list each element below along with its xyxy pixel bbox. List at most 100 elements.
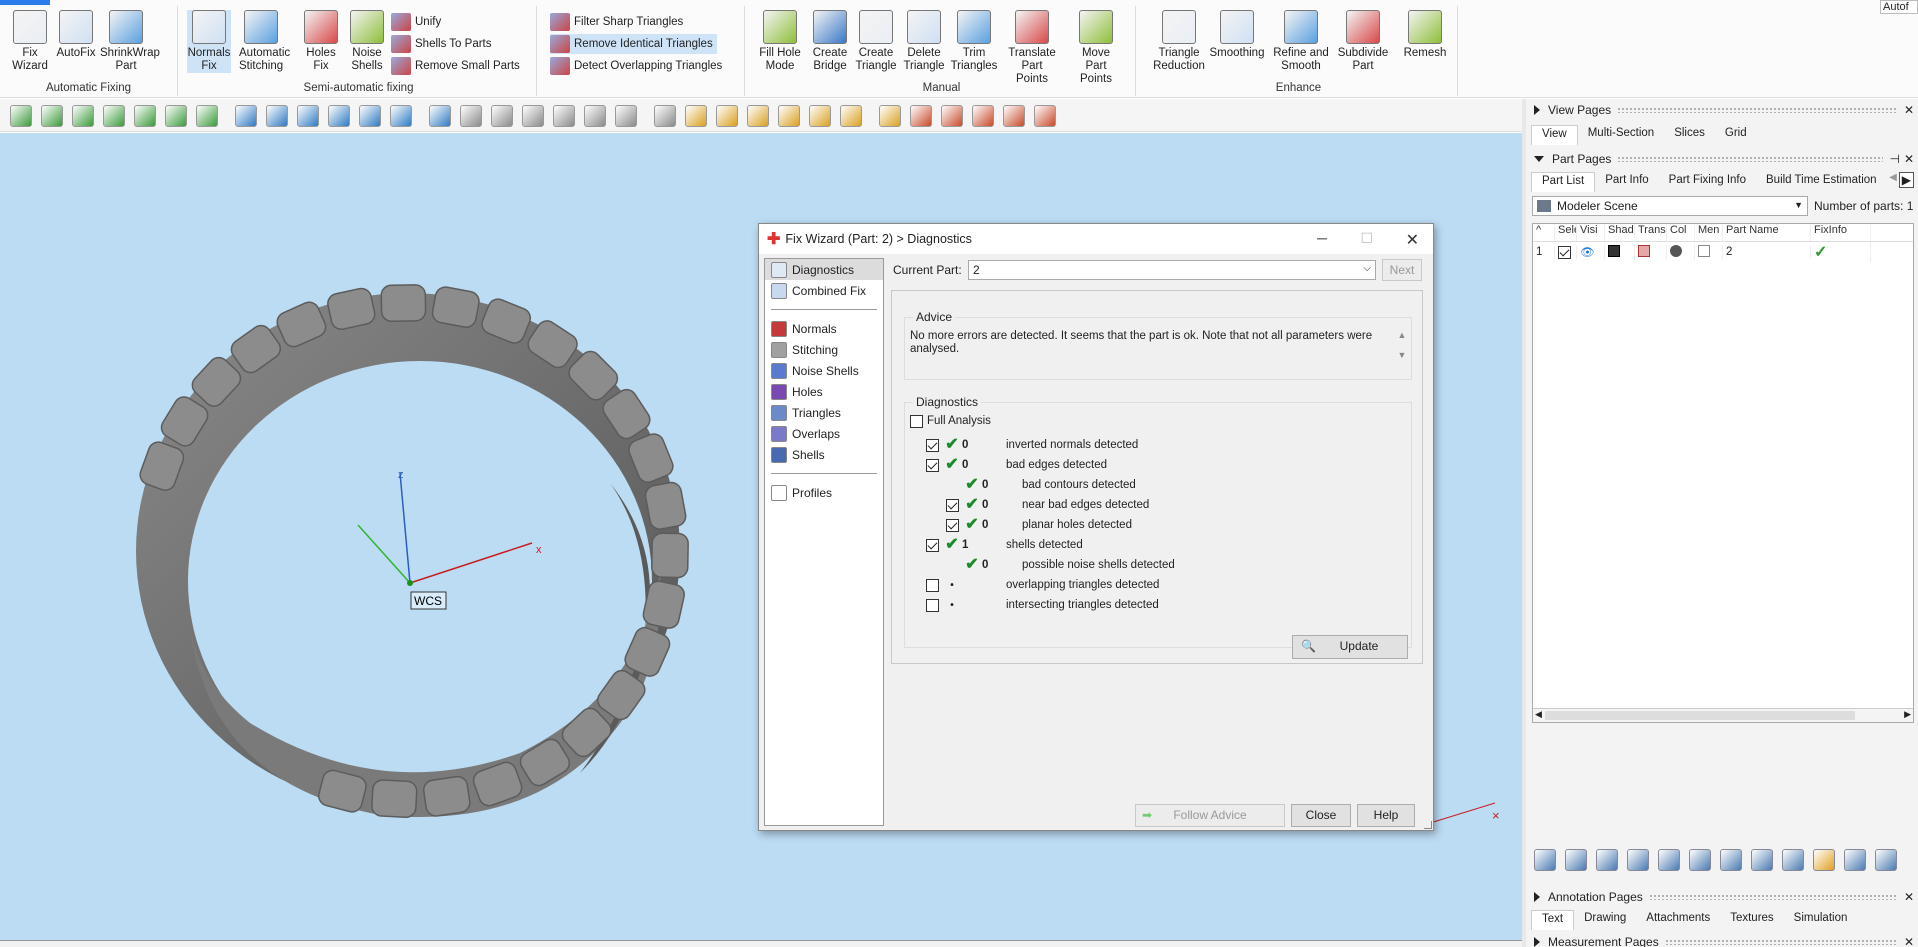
full-analysis-row[interactable]: Full Analysis <box>910 413 991 429</box>
ribbon-button-smoothing[interactable]: Smoothing <box>1208 10 1266 60</box>
dialog-titlebar[interactable]: ✚ Fix Wizard (Part: 2) > Diagnostics <box>759 224 1433 254</box>
scene-select[interactable]: Modeler Scene ▼ <box>1532 196 1808 216</box>
nav-item-shells[interactable]: Shells <box>765 444 883 465</box>
ribbon-button-subdivide-part[interactable]: Subdivide Part <box>1334 10 1392 73</box>
diagnostic-checkbox[interactable] <box>926 578 939 592</box>
ribbon-button-remesh[interactable]: Remesh <box>1396 10 1454 60</box>
tab-part-fixing-info[interactable]: Part Fixing Info <box>1659 172 1756 192</box>
toolbar-tool-3-icon[interactable] <box>72 105 94 127</box>
color-icon[interactable] <box>1670 244 1682 257</box>
nav-item-noise-shells[interactable]: Noise Shells <box>765 360 883 381</box>
toolbar-tool-5-icon[interactable] <box>134 105 156 127</box>
tab-text[interactable]: Text <box>1531 910 1575 930</box>
annotation-pages-header[interactable]: Annotation Pages ✕ <box>1534 888 1918 906</box>
ribbon-item-detect-overlapping-triangles[interactable]: Detect Overlapping Triangles <box>550 56 726 76</box>
ribbon-button-create-triangle[interactable]: Create Triangle <box>850 10 902 73</box>
part-pages-header[interactable]: Part Pages ⊣ ✕ <box>1534 150 1918 168</box>
part-tool-11-icon[interactable] <box>1844 849 1866 871</box>
toolbar-tool-21-icon[interactable] <box>654 105 676 127</box>
diagnostic-checkbox[interactable] <box>926 598 939 612</box>
expand-icon[interactable] <box>1534 892 1540 902</box>
column-header-3[interactable]: Visi <box>1577 224 1605 241</box>
tab-drawing[interactable]: Drawing <box>1574 910 1636 930</box>
close-icon[interactable]: ✕ <box>1904 103 1918 117</box>
measurement-pages-header[interactable]: Measurement Pages ✕ <box>1534 933 1918 947</box>
part-tool-7-icon[interactable] <box>1720 849 1742 871</box>
toolbar-tool-2-icon[interactable] <box>41 105 63 127</box>
ribbon-item-remove-small-parts[interactable]: Remove Small Parts <box>391 56 524 76</box>
advice-scrollbar[interactable]: ▲ ▼ <box>1395 330 1409 374</box>
part-tool-10-icon[interactable] <box>1813 849 1835 871</box>
nav-item-overlaps[interactable]: Overlaps <box>765 423 883 444</box>
ribbon-button-translate-part-points[interactable]: Translate Part Points <box>1006 10 1058 86</box>
ribbon-button-fill-hole-mode[interactable]: Fill Hole Mode <box>754 10 806 73</box>
close-icon[interactable]: ✕ <box>1904 890 1918 904</box>
column-header-6[interactable]: Col <box>1667 224 1695 241</box>
nav-item-normals[interactable]: Normals <box>765 318 883 339</box>
table-row[interactable]: 1 👁 2 ✓ <box>1533 242 1913 262</box>
toolbar-tool-8-icon[interactable] <box>235 105 257 127</box>
part-tool-3-icon[interactable] <box>1596 849 1618 871</box>
toolbar-tool-26-icon[interactable] <box>809 105 831 127</box>
part-tool-4-icon[interactable] <box>1627 849 1649 871</box>
column-header-5[interactable]: Trans <box>1635 224 1667 241</box>
toolbar-tool-4-icon[interactable] <box>103 105 125 127</box>
column-header-9[interactable]: FixInfo <box>1811 224 1871 241</box>
toolbar-tool-19-icon[interactable] <box>584 105 606 127</box>
toolbar-tool-28-icon[interactable] <box>879 105 901 127</box>
ribbon-button-create-bridge[interactable]: Create Bridge <box>804 10 856 73</box>
column-header-4[interactable]: Shad <box>1605 224 1635 241</box>
toolbar-tool-24-icon[interactable] <box>747 105 769 127</box>
minimize-icon[interactable]: ─ <box>1317 230 1327 246</box>
help-button[interactable]: Help <box>1357 804 1415 827</box>
toolbar-tool-16-icon[interactable] <box>491 105 513 127</box>
toolbar-tool-17-icon[interactable] <box>522 105 544 127</box>
ribbon-button-refine-and-smooth[interactable]: Refine and Smooth <box>1272 10 1330 73</box>
resize-grip[interactable] <box>1424 821 1432 829</box>
horizontal-scrollbar[interactable]: ◀ ▶ <box>1533 708 1913 722</box>
column-header-2[interactable]: Sele <box>1555 224 1577 241</box>
toolbar-tool-27-icon[interactable] <box>840 105 862 127</box>
ribbon-button-normals-fix[interactable]: Normals Fix <box>187 10 231 73</box>
toolbar-tool-15-icon[interactable] <box>460 105 482 127</box>
close-icon[interactable]: ✕ <box>1904 152 1918 166</box>
part-tool-6-icon[interactable] <box>1689 849 1711 871</box>
diagnostic-checkbox[interactable] <box>926 438 939 452</box>
part-tool-8-icon[interactable] <box>1751 849 1773 871</box>
ribbon-item-remove-identical-triangles[interactable]: Remove Identical Triangles <box>550 34 717 54</box>
ribbon-item-unify[interactable]: Unify <box>391 12 445 32</box>
collapse-icon[interactable] <box>1534 156 1544 162</box>
toolbar-tool-29-icon[interactable] <box>910 105 932 127</box>
ribbon-item-filter-sharp-triangles[interactable]: Filter Sharp Triangles <box>550 12 687 32</box>
diagnostic-checkbox[interactable] <box>946 518 959 532</box>
next-button[interactable]: Next <box>1382 259 1422 281</box>
ribbon-button-shrinkwrap-part[interactable]: ShrinkWrap Part <box>100 10 160 73</box>
maximize-icon[interactable]: ☐ <box>1360 230 1373 247</box>
autofix-tab[interactable]: Autof <box>1880 0 1918 14</box>
nav-item-combined-fix[interactable]: Combined Fix <box>765 280 883 301</box>
column-header-7[interactable]: Men <box>1695 224 1723 241</box>
toolbar-tool-6-icon[interactable] <box>165 105 187 127</box>
tab-multi-section[interactable]: Multi-Section <box>1578 125 1664 145</box>
ribbon-item-shells-to-parts[interactable]: Shells To Parts <box>391 34 496 54</box>
toolbar-tool-30-icon[interactable] <box>941 105 963 127</box>
toolbar-tool-7-icon[interactable] <box>196 105 218 127</box>
nav-item-holes[interactable]: Holes <box>765 381 883 402</box>
tab-view[interactable]: View <box>1531 125 1578 145</box>
current-part-select[interactable]: 2 ⌵ <box>968 260 1376 280</box>
nav-item-stitching[interactable]: Stitching <box>765 339 883 360</box>
mesh-icon[interactable] <box>1698 244 1710 257</box>
tab-textures[interactable]: Textures <box>1720 910 1783 930</box>
toolbar-tool-14-icon[interactable] <box>429 105 451 127</box>
ribbon-button-move-part-points[interactable]: Move Part Points <box>1070 10 1122 86</box>
column-header-8[interactable]: Part Name <box>1723 224 1811 241</box>
update-button[interactable]: 🔍 Update <box>1292 635 1408 659</box>
toolbar-tool-9-icon[interactable] <box>266 105 288 127</box>
toolbar-tool-31-icon[interactable] <box>972 105 994 127</box>
tab-slices[interactable]: Slices <box>1664 125 1715 145</box>
diagnostic-checkbox[interactable] <box>946 498 959 512</box>
ribbon-button-triangle-reduction[interactable]: Triangle Reduction <box>1150 10 1208 73</box>
close-button[interactable]: Close <box>1291 804 1351 827</box>
toolbar-tool-25-icon[interactable] <box>778 105 800 127</box>
nav-item-triangles[interactable]: Triangles <box>765 402 883 423</box>
